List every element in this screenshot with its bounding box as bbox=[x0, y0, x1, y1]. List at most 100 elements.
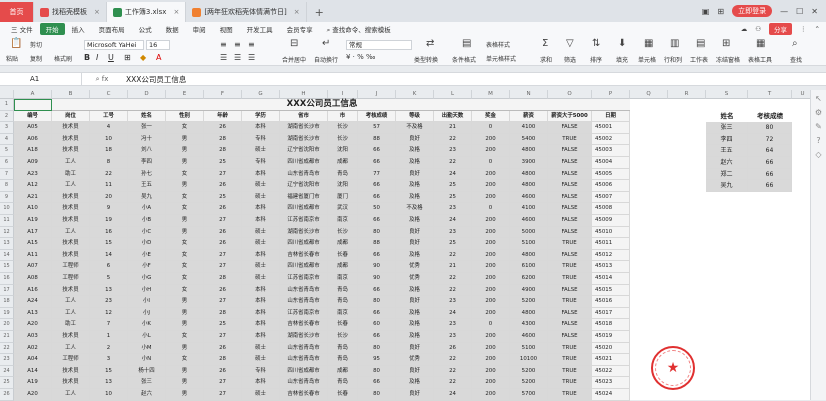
table-cell[interactable]: 200 bbox=[472, 331, 510, 343]
row-header[interactable]: 18 bbox=[0, 296, 14, 308]
table-cell[interactable]: 技术员 bbox=[52, 122, 90, 134]
table-cell[interactable]: 26 bbox=[204, 238, 242, 250]
header-cell[interactable]: 奖金 bbox=[472, 110, 510, 123]
table-cell[interactable]: 小L bbox=[128, 331, 166, 343]
underline-icon[interactable]: U bbox=[108, 53, 114, 62]
table-cell[interactable]: 200 bbox=[472, 377, 510, 389]
column-header[interactable]: J bbox=[358, 90, 396, 99]
table-cell[interactable]: 80 bbox=[358, 226, 396, 239]
table-cell[interactable]: 技术员 bbox=[52, 133, 90, 146]
side-table-cell[interactable]: 王五 bbox=[706, 145, 748, 157]
table-cell[interactable]: 45016 bbox=[592, 296, 630, 308]
table-cell[interactable]: 25 bbox=[434, 238, 472, 250]
table-cell[interactable]: 4100 bbox=[510, 122, 548, 134]
table-cell[interactable]: 4 bbox=[90, 122, 128, 134]
table-cell[interactable]: 200 bbox=[472, 145, 510, 157]
table-cell[interactable]: 山东省青岛市 bbox=[280, 342, 328, 355]
header-cell[interactable]: 年龄 bbox=[204, 110, 242, 123]
column-header[interactable]: H bbox=[280, 90, 328, 99]
table-cell[interactable]: 本科 bbox=[242, 215, 280, 227]
table-cell[interactable]: 小F bbox=[128, 261, 166, 273]
table-cell[interactable]: 13 bbox=[90, 284, 128, 297]
table-cell[interactable]: 小B bbox=[128, 215, 166, 227]
table-cell[interactable]: 青岛 bbox=[328, 284, 358, 297]
table-cell[interactable]: 四川省成都市 bbox=[280, 261, 328, 273]
table-cell[interactable]: A15 bbox=[14, 238, 52, 250]
table-cell[interactable]: 张三 bbox=[128, 377, 166, 389]
table-cell[interactable]: 200 bbox=[472, 226, 510, 239]
column-header[interactable]: F bbox=[204, 90, 242, 99]
table-cell[interactable]: 20 bbox=[90, 191, 128, 204]
table-cell[interactable]: 男 bbox=[166, 145, 204, 157]
row-header[interactable]: 11 bbox=[0, 215, 14, 227]
table-cell[interactable]: 工人 bbox=[52, 296, 90, 308]
table-cell[interactable]: 女 bbox=[166, 284, 204, 297]
table-cell[interactable]: A11 bbox=[14, 249, 52, 262]
settings-icon[interactable]: ⚙ bbox=[814, 108, 824, 118]
table-cell[interactable]: 赵六 bbox=[128, 389, 166, 401]
table-cell[interactable]: 及格 bbox=[396, 145, 434, 157]
table-cell[interactable]: 小N bbox=[128, 354, 166, 366]
table-cell[interactable]: 22 bbox=[434, 377, 472, 389]
table-cell[interactable]: 22 bbox=[90, 168, 128, 181]
table-cell[interactable]: 及格 bbox=[396, 377, 434, 389]
table-cell[interactable]: 4600 bbox=[510, 331, 548, 343]
table-cell[interactable]: 80 bbox=[358, 342, 396, 355]
table-cell[interactable]: 吉林省长春市 bbox=[280, 319, 328, 331]
table-cell[interactable]: A23 bbox=[14, 168, 52, 181]
row-header[interactable]: 16 bbox=[0, 273, 14, 285]
table-cell[interactable]: 23 bbox=[434, 145, 472, 157]
table-cell[interactable]: 45019 bbox=[592, 331, 630, 343]
tab-template[interactable]: 找稻壳模板 × bbox=[34, 2, 107, 22]
currency-icon[interactable]: ¥ · % ‰ bbox=[346, 53, 375, 61]
table-cell[interactable]: 良好 bbox=[396, 342, 434, 355]
table-cell[interactable]: TRUE bbox=[548, 354, 592, 366]
table-cell[interactable]: 长沙 bbox=[328, 226, 358, 239]
table-cell[interactable]: 良好 bbox=[396, 168, 434, 181]
table-cell[interactable]: 26 bbox=[204, 342, 242, 355]
table-cell[interactable]: 硕士 bbox=[242, 145, 280, 157]
table-cell[interactable]: 男 bbox=[166, 342, 204, 355]
table-cell[interactable]: A14 bbox=[14, 365, 52, 378]
header-cell[interactable]: 考核成绩 bbox=[358, 110, 396, 123]
help-icon[interactable]: ? bbox=[814, 136, 824, 146]
table-cell[interactable]: 本科 bbox=[242, 377, 280, 389]
table-cell[interactable]: 28 bbox=[204, 145, 242, 157]
header-cell[interactable]: 出勤天数 bbox=[434, 110, 472, 123]
fill-button[interactable]: 填充 bbox=[616, 55, 628, 64]
sum-button[interactable]: 求和 bbox=[540, 55, 552, 64]
table-cell[interactable]: 4800 bbox=[510, 145, 548, 157]
header-cell[interactable]: 岗位 bbox=[52, 110, 90, 123]
table-style-button[interactable]: 表格样式 bbox=[486, 40, 510, 49]
table-cell[interactable]: 男 bbox=[166, 296, 204, 308]
table-cell[interactable]: 66 bbox=[358, 180, 396, 192]
side-header-cell[interactable]: 姓名 bbox=[706, 111, 748, 123]
table-cell[interactable]: 南京 bbox=[328, 307, 358, 320]
table-cell[interactable]: 45006 bbox=[592, 180, 630, 192]
table-cell[interactable]: 27 bbox=[204, 377, 242, 389]
maximize-icon[interactable]: ☐ bbox=[796, 7, 803, 16]
name-box[interactable]: A1 bbox=[0, 73, 82, 85]
table-cell[interactable]: 本科 bbox=[242, 307, 280, 320]
table-cell[interactable]: 5400 bbox=[510, 133, 548, 146]
fill-icon[interactable]: ⬇ bbox=[618, 38, 626, 49]
table-cell[interactable]: FALSE bbox=[548, 215, 592, 227]
cond-format-icon[interactable]: ▤ bbox=[462, 38, 471, 49]
table-cell[interactable]: 南京 bbox=[328, 273, 358, 285]
share-button[interactable]: 分享 bbox=[769, 23, 793, 35]
table-cell[interactable]: 长沙 bbox=[328, 122, 358, 134]
table-cell[interactable]: 45018 bbox=[592, 319, 630, 331]
table-cell[interactable]: 45023 bbox=[592, 377, 630, 389]
cell-style-button[interactable]: 单元格样式 bbox=[486, 54, 516, 63]
column-header[interactable]: A bbox=[14, 90, 52, 99]
table-cell[interactable]: 江苏省南京市 bbox=[280, 273, 328, 285]
table-cell[interactable]: 22 bbox=[434, 133, 472, 146]
table-cell[interactable]: 5200 bbox=[510, 296, 548, 308]
table-cell[interactable]: FALSE bbox=[548, 145, 592, 157]
row-header[interactable]: 19 bbox=[0, 307, 14, 320]
table-cell[interactable]: 200 bbox=[472, 296, 510, 308]
table-cell[interactable]: 14 bbox=[90, 249, 128, 262]
table-cell[interactable]: 23 bbox=[434, 331, 472, 343]
table-cell[interactable]: 硕士 bbox=[242, 273, 280, 285]
table-cell[interactable]: 25 bbox=[434, 180, 472, 192]
